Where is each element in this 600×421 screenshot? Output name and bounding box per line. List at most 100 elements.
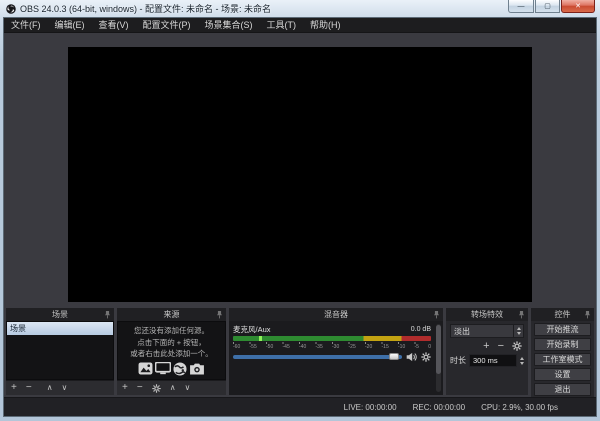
pin-icon[interactable] [584, 310, 591, 319]
add-source-button[interactable]: + [122, 383, 128, 393]
tick-label: -10 [398, 344, 406, 350]
spinner-down-icon [516, 332, 521, 335]
camera-source-icon [190, 363, 204, 375]
obs-logo-icon [6, 3, 16, 14]
scene-down-button[interactable]: ∨ [62, 383, 68, 393]
spinner-down-icon [520, 361, 524, 365]
rec-time: REC: 00:00:00 [412, 402, 466, 412]
scenes-list[interactable]: 场景 [6, 321, 114, 380]
mixer-gear-icon[interactable] [421, 352, 431, 362]
obs-window: OBS 24.0.3 (64-bit, windows) - 配置文件: 未命名… [0, 0, 600, 421]
add-scene-button[interactable]: + [11, 383, 17, 393]
combo-spinner[interactable] [513, 325, 523, 337]
tick-label: -25 [348, 344, 356, 350]
duration-label: 时长 [450, 356, 466, 365]
menu-profile[interactable]: 配置文件(P) [136, 18, 198, 33]
mixer-scrollbar-thumb[interactable] [436, 325, 441, 374]
sources-toolbar: + − ∧ ∨ [117, 380, 226, 395]
app-client-area: 文件(F) 编辑(E) 查看(V) 配置文件(P) 场景集合(S) 工具(T) … [3, 17, 597, 417]
scenes-header[interactable]: 场景 [6, 308, 114, 321]
mixer-level-readout: 0.0 dB [410, 326, 431, 333]
sources-empty-text: 或者右击此处添加一个。 [130, 349, 213, 359]
sources-title: 来源 [163, 310, 180, 319]
exit-button[interactable]: 退出 [534, 383, 591, 396]
mixer-body: 麦克风/Aux 0.0 dB -60 -55 -50 -45 -40 -35 -… [229, 321, 443, 395]
transitions-header[interactable]: 转场特效 [446, 308, 528, 321]
mixer-scrollbar[interactable] [436, 324, 441, 392]
transition-properties-gear-icon[interactable] [512, 341, 522, 351]
remove-transition-button[interactable]: − [498, 341, 504, 352]
volume-slider-handle[interactable] [389, 353, 399, 360]
menu-file[interactable]: 文件(F) [4, 18, 48, 33]
controls-header[interactable]: 控件 [531, 308, 594, 321]
tick-label: -35 [315, 344, 323, 350]
tick-label: 0 [428, 344, 431, 350]
preview-canvas[interactable] [68, 47, 532, 302]
transitions-body: 淡出 + − 时长 300 ms [446, 321, 528, 395]
close-button[interactable]: ✕ [561, 0, 595, 13]
live-time: LIVE: 00:00:00 [343, 402, 397, 412]
menubar: 文件(F) 编辑(E) 查看(V) 配置文件(P) 场景集合(S) 工具(T) … [4, 18, 596, 33]
transitions-title: 转场特效 [471, 310, 503, 319]
browser-source-icon [173, 362, 187, 376]
menu-help[interactable]: 帮助(H) [303, 18, 348, 33]
volume-slider[interactable] [233, 353, 402, 360]
controls-title: 控件 [554, 310, 571, 319]
start-recording-button[interactable]: 开始录制 [534, 338, 591, 351]
tick-label: -5 [414, 344, 419, 350]
pin-icon[interactable] [433, 310, 440, 319]
minimize-button[interactable]: — [508, 0, 534, 13]
image-source-icon [138, 362, 153, 375]
menu-tools[interactable]: 工具(T) [260, 18, 304, 33]
studio-mode-button[interactable]: 工作室模式 [534, 353, 591, 366]
menu-view[interactable]: 查看(V) [92, 18, 136, 33]
controls-body: 开始推流 开始录制 工作室模式 设置 退出 [531, 321, 594, 398]
pin-icon[interactable] [104, 310, 111, 319]
tick-label: -40 [299, 344, 307, 350]
source-up-button[interactable]: ∧ [170, 383, 176, 393]
spinner-up-icon [520, 356, 524, 360]
maximize-button[interactable]: ▢ [535, 0, 560, 13]
duration-input[interactable]: 300 ms [469, 354, 517, 367]
display-source-icon [155, 362, 171, 375]
volume-meter [233, 336, 431, 341]
sources-header[interactable]: 来源 [117, 308, 226, 321]
preview-area [4, 33, 596, 307]
mixer-channel-name: 麦克风/Aux [233, 325, 271, 334]
scene-item-selected[interactable]: 场景 [7, 322, 113, 335]
duration-spinner[interactable] [520, 356, 524, 365]
speaker-icon[interactable] [406, 352, 417, 362]
transitions-panel: 转场特效 淡出 + − 时长 300 ms [446, 308, 528, 395]
source-down-button[interactable]: ∨ [185, 383, 191, 393]
tick-label: -55 [249, 344, 257, 350]
transition-select[interactable]: 淡出 [450, 324, 524, 338]
mixer-header[interactable]: 混音器 [229, 308, 443, 321]
pin-icon[interactable] [518, 310, 525, 319]
source-properties-gear-icon[interactable] [151, 383, 161, 393]
sources-empty-text: 您还没有添加任何源。 [134, 326, 209, 336]
meter-tick-labels: -60 -55 -50 -45 -40 -35 -30 -25 -20 -15 … [233, 344, 431, 350]
scenes-title: 场景 [52, 310, 68, 319]
mixer-panel: 混音器 麦克风/Aux 0.0 dB -60 -55 -50 -45 -40 -… [229, 308, 443, 395]
tick-label: -20 [365, 344, 373, 350]
cpu-fps: CPU: 2.9%, 30.00 fps [481, 402, 558, 412]
scenes-toolbar: + − ∧ ∨ [6, 380, 114, 395]
remove-scene-button[interactable]: − [26, 383, 32, 393]
statusbar: LIVE: 00:00:00 REC: 00:00:00 CPU: 2.9%, … [4, 397, 596, 416]
settings-button[interactable]: 设置 [534, 368, 591, 381]
scene-up-button[interactable]: ∧ [47, 383, 53, 393]
tick-label: -30 [332, 344, 340, 350]
docks: 场景 场景 + − ∧ ∨ 来源 您还没有添加任何源。 点击下面的 + 按钮， … [4, 307, 596, 398]
menu-edit[interactable]: 编辑(E) [48, 18, 92, 33]
mixer-title: 混音器 [324, 310, 348, 319]
remove-source-button[interactable]: − [137, 383, 143, 393]
titlebar[interactable]: OBS 24.0.3 (64-bit, windows) - 配置文件: 未命名… [3, 0, 597, 17]
pin-icon[interactable] [216, 310, 223, 319]
sources-empty-state[interactable]: 您还没有添加任何源。 点击下面的 + 按钮， 或者右击此处添加一个。 [117, 321, 226, 380]
add-transition-button[interactable]: + [483, 341, 489, 352]
transition-selected-value: 淡出 [454, 326, 470, 336]
spinner-up-icon [516, 327, 521, 330]
start-streaming-button[interactable]: 开始推流 [534, 323, 591, 336]
menu-scene-collection[interactable]: 场景集合(S) [198, 18, 260, 33]
scenes-panel: 场景 场景 + − ∧ ∨ [6, 308, 114, 395]
